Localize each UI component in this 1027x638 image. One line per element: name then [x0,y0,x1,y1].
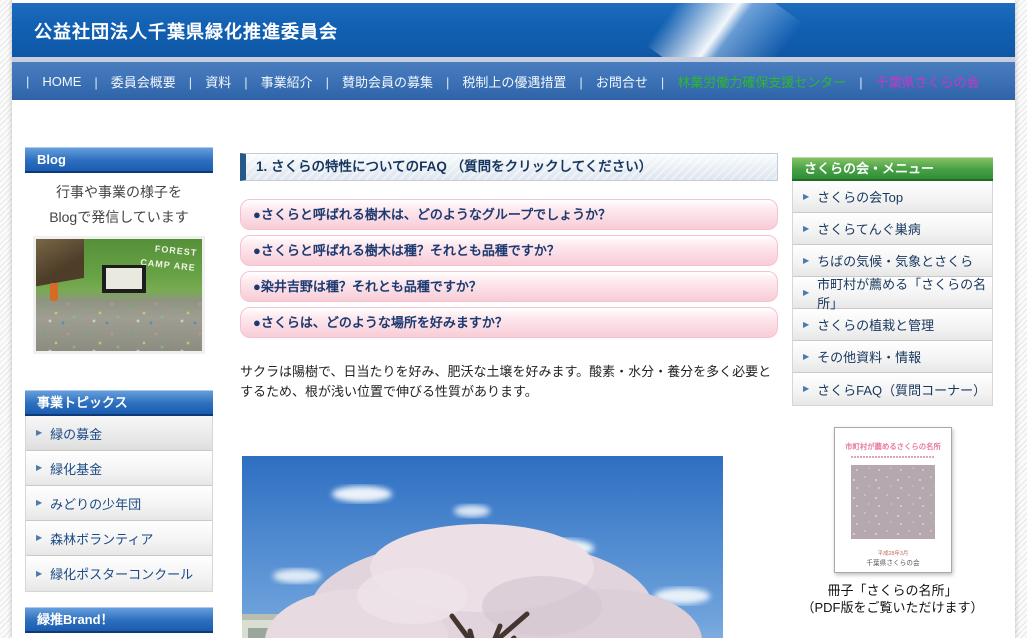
site-header: 公益社団法人千葉県緑化推進委員会 [12,3,1015,57]
faq-question-4[interactable]: ●さくらは、どのような場所を好みますか？ [240,307,778,338]
camp-crowd-shape [36,299,202,351]
nav-item-chiba-sakura-society[interactable]: 千葉県さくらの会 [859,72,980,91]
booklet-cover-date: 平成28年3月 [877,551,908,557]
nav-item-supporting-members[interactable]: 賛助会員の募集 [326,72,433,91]
topics-item-forest-volunteer[interactable]: ▶ 森林ボランティア [26,521,212,556]
booklet-cover-photo [850,465,935,539]
faq-section-title: 1. さくらの特性についてのFAQ （質問をクリックしてください） [240,153,778,181]
triangle-right-icon: ▶ [803,384,810,393]
page: 公益社団法人千葉県緑化推進委員会 HOME 委員会概要 資料 事業紹介 賛助会員… [12,0,1015,638]
blog-photo-text: FOREST CAMP ARE [140,243,199,274]
booklet-cover-subtitle-line [850,456,935,458]
topics-panel: 事業トピックス ▶ 緑の募金 ▶ 緑化基金 ▶ みどりの少年団 ▶ 森林ボランテ… [25,390,213,592]
faq-question-3[interactable]: ●染井吉野は種？それとも品種ですか？ [240,271,778,302]
cherry-tree-photo [242,456,723,638]
main-content: 1. さくらの特性についてのFAQ （質問をクリックしてください） ●さくらと呼… [240,153,778,638]
sakura-menu-other-documents[interactable]: ▶ その他資料・情報 [793,341,992,373]
content-area: Blog 行事や事業の様子を Blogで発信しています FOREST CAMP … [12,100,1015,638]
booklet-caption-line2: （PDF版をご覧いただけます） [801,600,984,615]
site-title: 公益社団法人千葉県緑化推進委員会 [34,22,338,42]
triangle-right-icon: ▶ [803,191,810,201]
brand-panel: 緑推Brand！ [25,607,213,638]
triangle-right-icon: ▶ [803,255,810,265]
sakura-menu-tengu-disease[interactable]: ▶ さくらてんぐ巣病 [793,213,992,245]
triangle-right-icon: ▶ [803,351,810,361]
nav-item-documents[interactable]: 資料 [189,72,231,91]
triangle-right-icon: ▶ [803,223,810,233]
main-nav: HOME 委員会概要 資料 事業紹介 賛助会員の募集 税制上の優遇措置 お問合せ… [12,62,1015,100]
sakura-menu-planting-management[interactable]: ▶ さくらの植栽と管理 [793,309,992,341]
triangle-right-icon: ▶ [36,533,43,542]
triangle-right-icon: ▶ [36,428,43,437]
nav-item-forestry-labor-center[interactable]: 林業労働力確保支援センター [661,72,846,91]
triangle-right-icon: ▶ [803,287,810,297]
booklet-caption: 冊子「さくらの名所」 （PDF版をご覧いただけます） [792,582,993,616]
topics-panel-header: 事業トピックス [25,390,213,416]
topics-item-midori-youth-group[interactable]: ▶ みどりの少年団 [26,486,212,521]
sakura-menu-chiba-climate[interactable]: ▶ ちばの気候・気象とさくら [793,245,992,277]
topics-item-poster-contest[interactable]: ▶ 緑化ポスターコンクール [26,556,212,591]
topics-item-green-donation[interactable]: ▶ 緑の募金 [26,416,212,451]
triangle-right-icon: ▶ [36,568,43,578]
booklet-cover-title: 市町村が薦めるさくらの名所 [844,442,941,451]
nav-item-projects[interactable]: 事業紹介 [244,72,313,91]
sakura-menu-faq[interactable]: ▶ さくらFAQ（質問コーナー） [793,373,992,405]
camp-roof-shape [36,239,84,289]
booklet-cover-org: 千葉県さくらの会 [865,560,920,567]
sakura-menu-header: さくらの会・メニュー [792,157,993,181]
blog-panel-header: Blog [25,147,213,173]
topics-item-greening-fund[interactable]: ▶ 緑化基金 [26,451,212,486]
right-sidebar: さくらの会・メニュー ▶ さくらの会Top ▶ さくらてんぐ巣病 ▶ ちばの気候… [792,157,993,616]
camp-screen-shape [102,265,146,293]
triangle-right-icon: ▶ [36,463,43,472]
sakura-menu: ▶ さくらの会Top ▶ さくらてんぐ巣病 ▶ ちばの気候・気象とさくら ▶ 市… [792,181,993,406]
nav-item-home[interactable]: HOME [26,74,81,89]
faq-question-2[interactable]: ●さくらと呼ばれる樹木は種？それとも品種ですか？ [240,235,778,266]
left-sidebar: Blog 行事や事業の様子を Blogで発信しています FOREST CAMP … [25,147,213,354]
booklet-caption-line1: 冊子「さくらの名所」 [827,583,958,598]
faq-question-list: ●さくらと呼ばれる樹木は、どのようなグループでしょうか？ ●さくらと呼ばれる樹木… [240,199,778,338]
triangle-right-icon: ▶ [36,498,43,507]
blog-description-line1: 行事や事業の様子を [56,184,182,200]
nav-item-contact[interactable]: お問合せ [579,72,648,91]
nav-item-tax-treatment[interactable]: 税制上の優遇措置 [446,72,566,91]
sakura-menu-top[interactable]: ▶ さくらの会Top [793,181,992,213]
faq-question-1[interactable]: ●さくらと呼ばれる樹木は、どのようなグループでしょうか？ [240,199,778,230]
topics-menu: ▶ 緑の募金 ▶ 緑化基金 ▶ みどりの少年団 ▶ 森林ボランティア ▶ 緑化ポ… [25,416,213,592]
blog-photo[interactable]: FOREST CAMP ARE [33,236,205,354]
nav-item-committee-overview[interactable]: 委員会概要 [94,72,176,91]
brand-panel-header: 緑推Brand！ [25,607,213,633]
triangle-right-icon: ▶ [803,319,810,329]
sakura-menu-famous-spots[interactable]: ▶ 市町村が薦める「さくらの名所」 [793,277,992,311]
faq-answer-text: サクラは陽樹で、日当たりを好み、肥沃な土壌を好みます。酸素・水分・養分を多く必要… [240,364,772,399]
booklet-cover[interactable]: 市町村が薦めるさくらの名所 平成28年3月 千葉県さくらの会 [833,427,952,573]
blog-description-line2: Blogで発信しています [49,209,189,225]
